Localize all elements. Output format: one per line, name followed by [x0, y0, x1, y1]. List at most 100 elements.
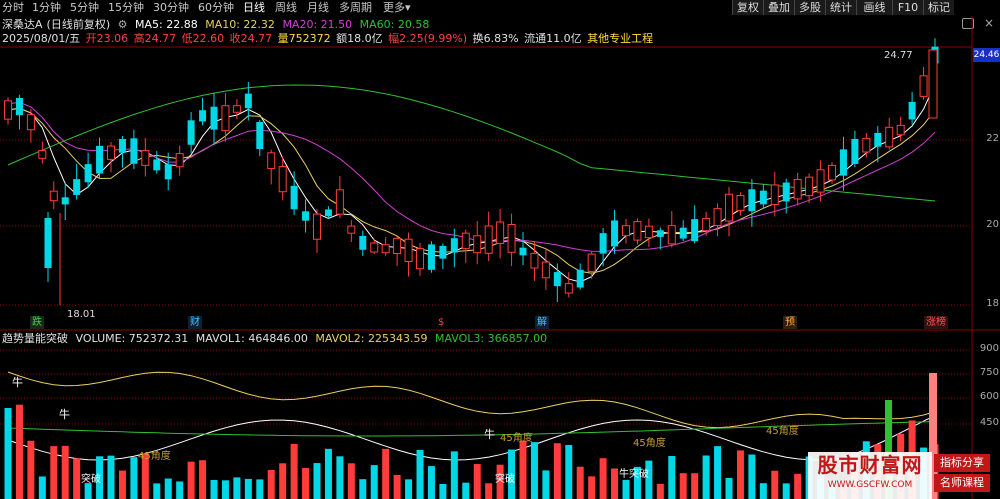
event-marker-forecast[interactable]: 预: [783, 316, 797, 329]
candle-down: [187, 120, 195, 145]
candle-down: [302, 211, 310, 221]
candle-down: [611, 220, 619, 247]
candle-up: [587, 253, 596, 272]
candle-down: [359, 235, 367, 250]
candle-down: [839, 149, 847, 176]
candle-down: [691, 219, 699, 242]
volume-bar: [290, 443, 298, 499]
candle-down: [130, 138, 138, 164]
signal-breakout: 突破: [81, 474, 101, 485]
candle-down: [84, 164, 92, 183]
volume-bar: [714, 446, 722, 499]
volume-bar: [210, 479, 218, 499]
candle-up: [278, 166, 287, 193]
candle-down: [96, 145, 104, 174]
watermark-url: WWW.GSCFW.COM: [827, 480, 913, 490]
volume-bar: [485, 483, 493, 499]
volume-bar: [405, 479, 413, 499]
candle-up: [393, 237, 402, 255]
volume-bar: [84, 483, 92, 499]
candle-up: [313, 213, 321, 240]
signal-bull: 牛: [12, 376, 23, 389]
price-axis-label: 22: [986, 133, 999, 144]
candle-up: [530, 252, 539, 269]
kline-chart[interactable]: [0, 0, 1000, 499]
candle-down: [759, 190, 767, 205]
candle-down: [656, 230, 664, 237]
low-price-label: 18.01: [67, 309, 96, 320]
volume-bar: [519, 440, 527, 499]
candle-up: [622, 225, 630, 237]
candle-up: [38, 150, 47, 159]
volume-bar: [382, 448, 390, 499]
volume-bar: [233, 477, 241, 499]
volume-axis-label: 750: [979, 367, 999, 378]
candle-down: [256, 121, 264, 150]
volume-bar: [221, 480, 229, 499]
candle-down: [44, 218, 52, 268]
event-marker-dividend[interactable]: $: [436, 316, 446, 329]
candle-up: [381, 244, 390, 254]
volume-bar: [530, 442, 538, 499]
event-marker-fall[interactable]: 跌: [30, 316, 44, 329]
volume-bar: [313, 463, 321, 499]
candle-up: [335, 189, 344, 215]
volume-bar: [359, 479, 367, 499]
event-marker-limit-up[interactable]: 涨榜: [924, 316, 948, 329]
candle-up: [828, 164, 836, 181]
volume-bar: [679, 473, 687, 499]
watermark-tag-share: 指标分享: [934, 454, 990, 472]
volume-bar: [256, 479, 264, 499]
candle-down: [782, 182, 790, 202]
candle-down: [851, 138, 859, 164]
candle-up: [107, 145, 115, 160]
watermark-tag-course: 名师课程: [934, 474, 990, 492]
candle-up: [713, 208, 722, 226]
candle-up: [507, 224, 516, 253]
signal-bull: 牛: [59, 408, 70, 421]
volume-bar: [622, 479, 630, 499]
candle-up: [49, 190, 58, 202]
candle-up: [633, 221, 642, 241]
event-marker-unlock[interactable]: 解: [535, 316, 549, 329]
candle-down: [199, 110, 207, 122]
mavol1-line: [7, 371, 936, 429]
candle-down: [164, 164, 172, 180]
volume-bar: [4, 408, 12, 499]
volume-bar: [771, 470, 779, 499]
price-axis-label: 18: [986, 298, 999, 309]
volume-bar: [656, 483, 664, 499]
candle-down: [519, 247, 527, 256]
volume-axis-label: 450: [979, 417, 999, 428]
volume-bar: [279, 463, 287, 499]
volume-bar: [107, 455, 115, 499]
candle-down: [73, 179, 81, 195]
volume-bar: [187, 461, 195, 499]
volume-bar: [565, 444, 573, 499]
candle-up: [4, 100, 12, 120]
candle-up: [770, 184, 779, 206]
candle-up: [461, 232, 470, 249]
candle-up: [484, 225, 493, 254]
volume-bar: [782, 483, 790, 499]
volume-bar: [336, 456, 344, 499]
volume-bar: [542, 470, 550, 499]
event-marker-finance[interactable]: 财: [188, 316, 202, 329]
candle-down: [576, 269, 584, 288]
volume-bar: [370, 465, 378, 499]
candle-up: [667, 225, 676, 245]
candle-down: [244, 93, 252, 109]
volume-bar: [736, 450, 744, 499]
candle-up: [896, 124, 905, 136]
mavol1-value: MAVOL1: 464846.00: [195, 332, 308, 345]
candle-up: [267, 152, 276, 170]
candle-up: [26, 114, 35, 131]
volume-bar: [450, 451, 458, 499]
candle-up: [473, 235, 482, 254]
volume-bar: [393, 474, 401, 499]
high-price-label: 24.77: [884, 50, 913, 61]
candle-up: [416, 248, 424, 270]
candle-up: [885, 126, 894, 148]
volume-bar: [691, 473, 699, 499]
volume-bar: [50, 446, 58, 499]
